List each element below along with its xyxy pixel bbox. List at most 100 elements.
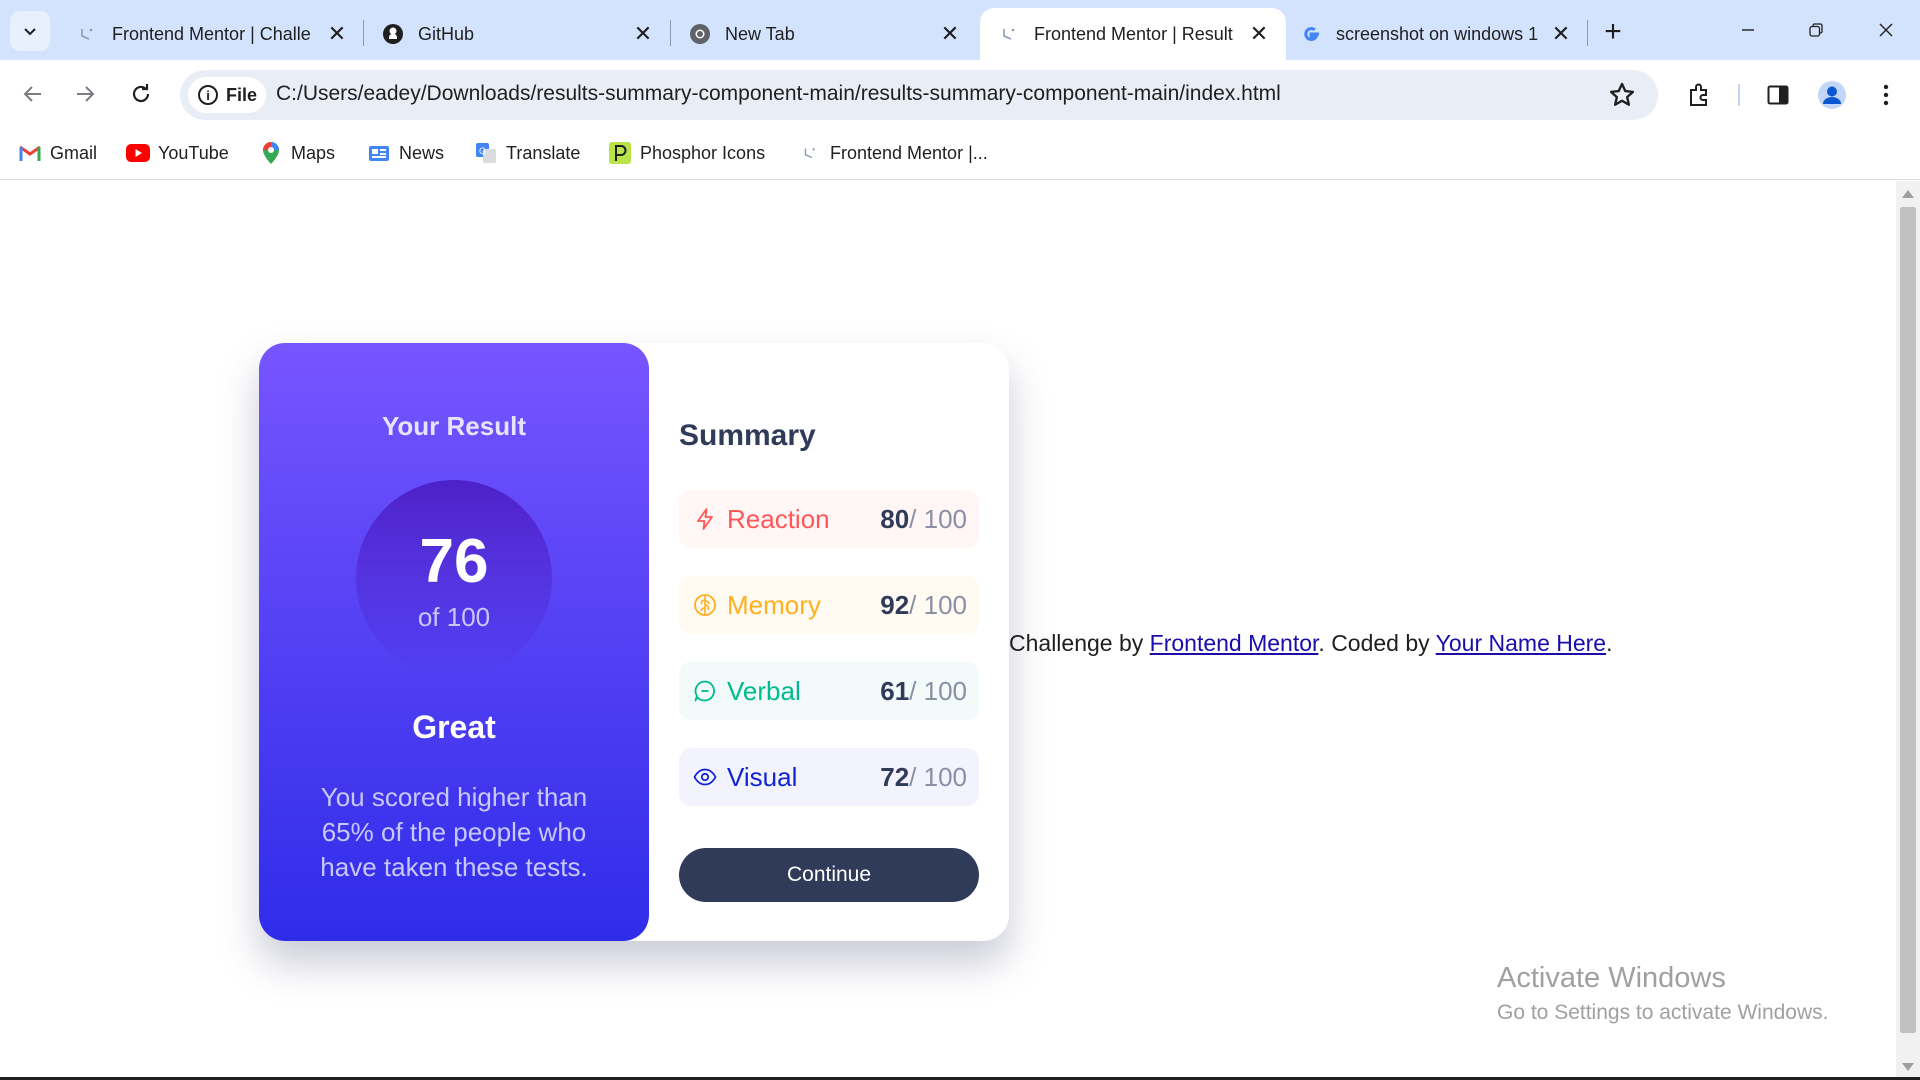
summary-item-label: Memory xyxy=(727,589,821,620)
bookmark-label: Frontend Mentor |... xyxy=(830,142,988,163)
browser-toolbar: i File C:/Users/eadey/Downloads/results-… xyxy=(0,60,1920,128)
score-value: 76 xyxy=(419,527,489,596)
reload-button[interactable] xyxy=(120,73,162,115)
url-text[interactable]: C:/Users/eadey/Downloads/results-summary… xyxy=(276,82,1281,106)
bookmark-gmail[interactable]: Gmail xyxy=(18,140,97,166)
avatar-icon xyxy=(1818,81,1846,109)
continue-button[interactable]: Continue xyxy=(679,848,979,902)
close-tab-icon[interactable]: ✕ xyxy=(937,21,963,47)
scroll-up-arrow[interactable] xyxy=(1902,190,1914,198)
tab-github[interactable]: GitHub ✕ xyxy=(364,8,670,60)
youtube-icon xyxy=(126,141,150,165)
close-window-button[interactable] xyxy=(1852,0,1920,60)
bookmark-label: Phosphor Icons xyxy=(640,142,766,163)
tab-google-search[interactable]: screenshot on windows 1 ✕ xyxy=(1282,8,1588,60)
chip-label: File xyxy=(226,84,258,105)
attribution-suffix: . xyxy=(1606,630,1613,656)
tab-frontend-mentor-challenges[interactable]: Frontend Mentor | Challe ✕ xyxy=(58,8,364,60)
site-info-chip[interactable]: i File xyxy=(188,77,266,113)
watermark-subtitle: Go to Settings to activate Windows. xyxy=(1497,1001,1829,1024)
tab-search-button[interactable] xyxy=(10,11,50,51)
restore-button[interactable] xyxy=(1782,0,1850,60)
minimize-button[interactable] xyxy=(1714,0,1782,60)
chrome-icon xyxy=(689,23,711,45)
result-title: Your Result xyxy=(382,411,526,441)
frontend-mentor-icon xyxy=(998,23,1020,45)
gmail-icon xyxy=(18,141,42,165)
news-icon xyxy=(367,141,391,165)
minimize-icon xyxy=(1742,29,1754,31)
bookmarks-bar: Gmail YouTube Maps News G Translate Phos… xyxy=(0,128,1920,180)
toolbar-divider xyxy=(1738,84,1740,106)
lightning-icon xyxy=(697,508,713,530)
summary-item-label: Reaction xyxy=(727,503,830,534)
bookmark-news[interactable]: News xyxy=(367,140,444,166)
bookmark-label: News xyxy=(399,142,445,163)
tab-title: Frontend Mentor | Challe xyxy=(112,23,311,44)
bookmark-maps[interactable]: Maps xyxy=(259,140,335,166)
restore-icon xyxy=(1809,23,1823,37)
reload-icon xyxy=(132,84,150,103)
brain-icon xyxy=(694,594,716,616)
activate-windows-watermark: Activate Windows Go to Settings to activ… xyxy=(1497,962,1829,1025)
tab-frontend-mentor-result[interactable]: Frontend Mentor | Result ✕ xyxy=(980,8,1286,60)
summary-item-verbal: Verbal 61 / 100 xyxy=(679,662,979,720)
close-tab-icon[interactable]: ✕ xyxy=(630,21,656,47)
scroll-down-arrow[interactable] xyxy=(1902,1063,1914,1071)
attribution-middle: . Coded by xyxy=(1318,630,1436,656)
maps-icon xyxy=(259,141,283,165)
summary-item-total: / 100 xyxy=(909,675,967,706)
scrollbar-thumb[interactable] xyxy=(1900,207,1916,1033)
summary-item-score: 80 xyxy=(880,503,910,534)
bookmark-star-icon[interactable] xyxy=(1608,81,1636,109)
back-button[interactable] xyxy=(12,73,54,115)
bookmark-youtube[interactable]: YouTube xyxy=(126,140,229,166)
bookmark-frontend-mentor[interactable]: Frontend Mentor |... xyxy=(798,140,988,166)
bookmark-label: Gmail xyxy=(50,142,98,163)
frontend-mentor-link[interactable]: Frontend Mentor xyxy=(1150,630,1319,656)
author-link[interactable]: Your Name Here xyxy=(1436,630,1606,656)
arrow-right-icon xyxy=(77,86,95,102)
summary-item-total: / 100 xyxy=(909,503,967,534)
info-icon: i xyxy=(198,85,218,105)
side-panel-button[interactable] xyxy=(1762,79,1794,111)
forward-button[interactable] xyxy=(64,73,106,115)
summary-item-score: 92 xyxy=(880,589,910,620)
close-tab-icon[interactable]: ✕ xyxy=(324,21,350,47)
summary-item-total: / 100 xyxy=(909,589,967,620)
vertical-scrollbar[interactable] xyxy=(1896,181,1920,1080)
close-tab-icon[interactable]: ✕ xyxy=(1246,21,1272,47)
extensions-button[interactable] xyxy=(1683,79,1715,111)
summary-item-memory: Memory 92 / 100 xyxy=(679,576,979,634)
puzzle-icon xyxy=(1690,83,1707,106)
close-icon xyxy=(1879,23,1893,37)
bookmark-phosphor-icons[interactable]: Phosphor Icons xyxy=(608,140,765,166)
attribution-prefix: Challenge by xyxy=(1009,630,1150,656)
bookmark-label: Translate xyxy=(506,142,581,163)
summary-item-reaction: Reaction 80 / 100 xyxy=(679,490,979,548)
menu-button[interactable] xyxy=(1870,79,1902,111)
tab-title: New Tab xyxy=(725,23,795,44)
tab-divider xyxy=(1587,20,1588,46)
chat-bubble-icon xyxy=(694,680,715,702)
tab-title: GitHub xyxy=(418,23,475,44)
svg-text:G: G xyxy=(479,146,486,156)
chevron-down-icon xyxy=(24,28,36,36)
results-summary-card: Your Result 76 of 100 Great You scored h… xyxy=(259,343,1009,941)
translate-icon: G xyxy=(474,141,498,165)
profile-button[interactable] xyxy=(1816,79,1848,111)
more-vertical-icon xyxy=(1883,84,1889,106)
frontend-mentor-icon xyxy=(76,23,98,45)
arrow-left-icon xyxy=(23,86,41,102)
address-bar[interactable]: i File C:/Users/eadey/Downloads/results-… xyxy=(180,70,1658,120)
summary-item-label: Verbal xyxy=(727,675,801,706)
summary-item-visual: Visual 72 / 100 xyxy=(679,748,979,806)
side-panel-icon xyxy=(1767,85,1789,105)
tab-new-tab[interactable]: New Tab ✕ xyxy=(671,8,977,60)
summary-item-total: / 100 xyxy=(909,761,967,792)
bookmark-translate[interactable]: G Translate xyxy=(474,140,580,166)
phosphor-icon xyxy=(608,141,632,165)
summary-item-score: 61 xyxy=(880,675,910,706)
new-tab-button[interactable]: + xyxy=(1596,15,1630,49)
close-tab-icon[interactable]: ✕ xyxy=(1548,21,1574,47)
